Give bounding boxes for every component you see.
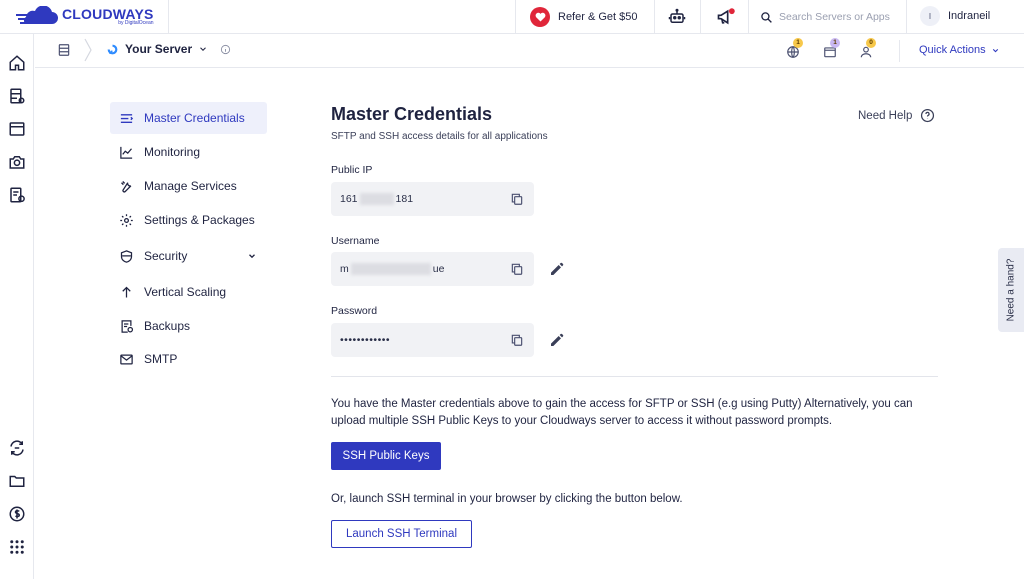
bot-icon[interactable]: [668, 8, 686, 26]
sidebar-item-security[interactable]: Security: [110, 240, 267, 272]
username-start: m: [340, 263, 349, 275]
password-label: Password: [331, 305, 378, 317]
question-icon: [921, 108, 935, 123]
sidebar-item-label: Backups: [144, 319, 191, 333]
transfer-icon[interactable]: [8, 439, 26, 457]
top-bar: CLOUDWAYS by DigitalOcean Refer & Get $5…: [0, 0, 1024, 34]
notif-count: 1: [793, 38, 803, 48]
left-rail: [0, 34, 34, 579]
password-value: ••••••••••••: [340, 334, 391, 346]
public-ip-label: Public IP: [331, 164, 373, 176]
sidebar-item-label: Master Credentials: [144, 111, 245, 125]
pencil-icon[interactable]: [549, 332, 565, 348]
refer-button[interactable]: Refer & Get $50: [530, 7, 638, 27]
launch-ssh-terminal-button[interactable]: Launch SSH Terminal: [331, 520, 472, 548]
quick-actions-label: Quick Actions: [919, 44, 986, 56]
cloud-logo-icon: [16, 6, 58, 24]
need-a-hand-label: Need a hand?: [1005, 258, 1017, 322]
backup-icon: [121, 319, 134, 333]
gear-icon: [120, 213, 133, 227]
wrench-icon: [121, 180, 132, 192]
dollar-icon[interactable]: [8, 505, 26, 523]
page-title: Master Credentials: [331, 104, 493, 124]
servers-icon[interactable]: [8, 87, 26, 105]
sidebar-item-label: Manage Services: [144, 179, 237, 193]
heart-icon: [530, 7, 550, 27]
sidebar-item-vertical-scaling[interactable]: Vertical Scaling: [110, 276, 267, 308]
ssh-info-text: You have the Master credentials above to…: [331, 398, 913, 427]
notif-count: 0: [866, 38, 876, 48]
ssh-public-keys-button[interactable]: SSH Public Keys: [331, 442, 441, 470]
page-subtitle: SFTP and SSH access details for all appl…: [331, 131, 548, 142]
username-end: ue: [432, 263, 445, 275]
megaphone-icon[interactable]: [716, 7, 736, 27]
camera-icon[interactable]: [8, 153, 26, 171]
pencil-icon[interactable]: [549, 261, 565, 277]
digitalocean-icon: [107, 44, 118, 54]
list-icon: [120, 113, 134, 123]
www-notification[interactable]: 1: [786, 38, 803, 58]
sidebar-item-label: Settings & Packages: [144, 213, 255, 227]
need-help-link[interactable]: Need Help: [858, 108, 935, 123]
refer-label: Refer & Get $50: [558, 11, 638, 23]
notif-count: 1: [830, 38, 840, 48]
password-field: ••••••••••••: [331, 323, 534, 357]
chevron-down-icon: [200, 47, 207, 51]
redacted-blur: [359, 193, 394, 205]
apps-grid-icon[interactable]: [8, 538, 26, 556]
sidebar-item-label: Security: [144, 249, 188, 263]
username-label: Username: [331, 235, 380, 247]
folder-notification[interactable]: 1: [823, 38, 840, 58]
info-icon[interactable]: [220, 44, 231, 55]
server-list-icon[interactable]: [57, 43, 71, 57]
sidebar-item-monitoring[interactable]: Monitoring: [110, 136, 267, 168]
copy-icon[interactable]: [510, 262, 524, 276]
quick-actions-button[interactable]: Quick Actions: [919, 44, 1000, 56]
sidebar-item-settings-packages[interactable]: Settings & Packages: [110, 204, 267, 236]
sidebar-item-manage-services[interactable]: Manage Services: [110, 170, 267, 202]
chevron-down-icon: [992, 48, 998, 52]
copy-icon[interactable]: [510, 192, 524, 206]
shield-icon: [120, 249, 133, 263]
applications-icon[interactable]: [8, 120, 26, 138]
home-icon[interactable]: [8, 54, 26, 72]
sidebar-item-master-credentials[interactable]: Master Credentials: [110, 102, 267, 134]
breadcrumb-chevron-icon: [84, 38, 92, 62]
server-name: Your Server: [125, 42, 193, 56]
launch-info-text: Or, launch SSH terminal in your browser …: [331, 493, 683, 505]
public-ip-end: 181: [395, 193, 414, 205]
public-ip-field: 161 181: [331, 182, 534, 216]
billing-icon[interactable]: [8, 186, 26, 204]
folder-icon[interactable]: [8, 472, 26, 490]
chevron-down-icon: [249, 254, 255, 259]
copy-icon[interactable]: [510, 333, 524, 347]
server-selector[interactable]: Your Server: [106, 42, 231, 56]
sidebar-item-label: SMTP: [144, 352, 178, 366]
need-a-hand-tab[interactable]: Need a hand?: [998, 248, 1024, 332]
brand-name: CLOUDWAYS: [62, 6, 154, 22]
user-menu[interactable]: I Indraneil: [920, 6, 990, 26]
search-input[interactable]: [779, 11, 899, 23]
search-icon: [761, 11, 772, 23]
need-help-label: Need Help: [858, 109, 913, 122]
username-field: m ue: [331, 252, 534, 286]
avatar: I: [920, 6, 940, 26]
public-ip-start: 161: [340, 193, 358, 205]
redacted-blur: [350, 263, 431, 275]
chart-line-icon: [120, 146, 133, 159]
user-name: Indraneil: [948, 10, 991, 22]
arrow-up-icon: [122, 286, 131, 297]
cloudways-logo[interactable]: CLOUDWAYS by DigitalOcean: [16, 5, 166, 29]
sidebar-item-smtp[interactable]: SMTP: [110, 343, 267, 375]
sidebar-item-backups[interactable]: Backups: [110, 310, 267, 342]
sidebar-item-label: Vertical Scaling: [144, 285, 227, 299]
divider: [331, 376, 938, 377]
team-notification[interactable]: 0: [859, 38, 876, 58]
mail-icon: [120, 354, 133, 364]
sidebar-item-label: Monitoring: [144, 145, 201, 159]
search-box[interactable]: [760, 8, 900, 26]
